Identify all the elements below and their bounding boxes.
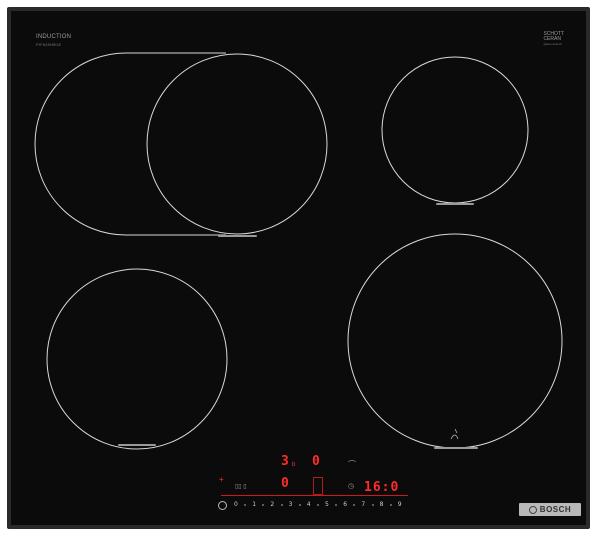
scale-dot — [262, 504, 265, 506]
select-zone-bars[interactable] — [313, 477, 323, 495]
scale-dot — [316, 504, 319, 506]
rear-right-zone-ring — [381, 56, 529, 204]
power-level-5[interactable]: 5 — [325, 501, 329, 508]
timer-display: 16:0 — [364, 480, 400, 495]
zone-front-right-display: 0 — [312, 454, 321, 469]
zone-front-left-sub-display: b — [292, 462, 296, 468]
plus-icon[interactable]: + — [219, 476, 224, 484]
power-level-8[interactable]: 8 — [380, 501, 384, 508]
scale-dot — [335, 504, 338, 506]
induction-hob: INDUCTION PIF645HB1E SCHOTT CERAN glass-… — [7, 7, 590, 529]
bosch-logo-icon — [528, 505, 537, 514]
flex-zone-left-ring — [34, 52, 226, 236]
scale-dot — [244, 504, 247, 506]
power-level-0[interactable]: 0 — [234, 501, 238, 508]
zone-rear-left-display: 0 — [281, 476, 290, 491]
front-right-zone-ring — [347, 233, 563, 449]
scale-dot — [389, 504, 392, 506]
power-level-6[interactable]: 6 — [343, 501, 347, 508]
scale-dot — [353, 504, 356, 506]
scale-dot — [298, 504, 301, 506]
power-level-2[interactable]: 2 — [270, 501, 274, 508]
power-level-7[interactable]: 7 — [361, 501, 365, 508]
power-level-9[interactable]: 9 — [398, 501, 402, 508]
power-level-slider[interactable]: 0 1 2 3 4 5 6 7 8 9 — [224, 500, 406, 510]
zone-front-left-display: 3 — [281, 454, 290, 469]
power-level-4[interactable]: 4 — [307, 501, 311, 508]
front-left-zone-ring — [46, 268, 228, 450]
bosch-text: BOSCH — [539, 505, 572, 514]
power-level-3[interactable]: 3 — [289, 501, 293, 508]
bosch-badge: BOSCH — [519, 503, 581, 516]
cooking-zones — [34, 52, 563, 450]
scale-dot — [280, 504, 283, 506]
power-level-1[interactable]: 1 — [252, 501, 256, 508]
zone-select-icons[interactable]: ▯▯ ▯ — [235, 483, 247, 491]
scale-dot — [371, 504, 374, 506]
timer-icon[interactable]: ◷ — [348, 483, 354, 491]
frying-sensor-icon — [450, 428, 459, 440]
control-slider-line — [221, 495, 408, 496]
flex-zone-right-ring — [146, 53, 328, 235]
pan-icon[interactable]: ⌒ — [348, 461, 356, 469]
